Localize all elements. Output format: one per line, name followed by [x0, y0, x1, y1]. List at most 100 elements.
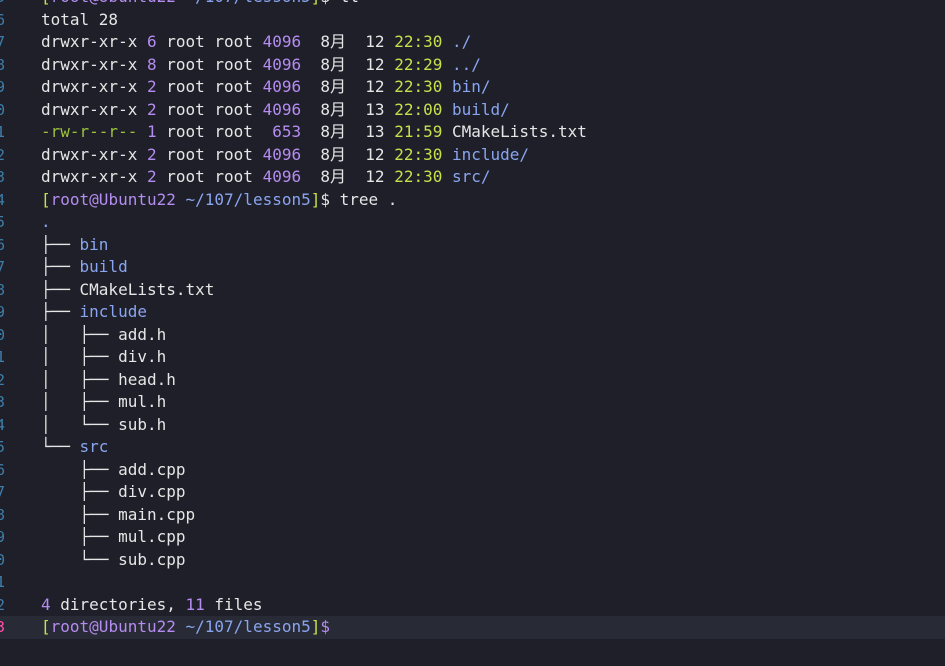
terminal-line: 5 └── src — [0, 436, 945, 459]
text-segment: src — [79, 437, 109, 456]
line-content: ├── build — [41, 256, 128, 279]
line-content: └── src — [41, 436, 108, 459]
terminal-line: 5 [root@Ubuntu22 ~/107/lesson5]$ ll — [0, 0, 945, 9]
line-number: 3 — [0, 618, 6, 636]
text-segment: CMakeLists.txt — [442, 122, 587, 141]
terminal-line: 8 drwxr-xr-x 8 root root 4096 8月 12 22:29… — [0, 54, 945, 77]
text-segment: $ — [320, 617, 331, 636]
terminal-output: 5[root@Ubuntu22 ~/107/lesson5]$ ll6total… — [0, 0, 945, 639]
terminal-line: 1 — [0, 571, 945, 594]
text-segment: 1 — [146, 122, 157, 141]
terminal-line: 5. — [0, 211, 945, 234]
line-number: 2 — [0, 370, 6, 389]
line-number: 0 — [0, 550, 6, 569]
text-segment: root root — [156, 54, 263, 74]
line-number: 6 — [0, 460, 6, 479]
terminal-line: 8 ├── CMakeLists.txt — [0, 279, 945, 302]
text-segment: │ ├── mul.h — [41, 392, 167, 411]
text-segment: 11 — [185, 594, 205, 614]
terminal-line: 3 │ ├── mul.h — [0, 391, 945, 414]
text-segment: ~/107/lesson5 — [176, 0, 311, 6]
text-segment: 4096 — [262, 99, 302, 119]
text-segment: ] — [310, 189, 321, 209]
text-segment: 4 — [41, 594, 51, 614]
terminal-line: 7 drwxr-xr-x 6 root root 4096 8月 12 22:30… — [0, 31, 945, 54]
line-number: 0 — [0, 325, 6, 344]
text-segment: drwxr-xr-x — [41, 99, 147, 119]
line-content: │ ├── mul.h — [41, 391, 166, 414]
text-segment: ../ — [452, 54, 481, 74]
current-prompt-line[interactable]: 3 [root@Ubuntu22 ~/107/lesson5]$ — [0, 616, 945, 639]
line-number: 8 — [0, 55, 6, 74]
line-content: [root@Ubuntu22 ~/107/lesson5]$ tree . — [41, 189, 397, 212]
line-content: │ ├── head.h — [41, 369, 176, 392]
text-segment: 4096 — [262, 144, 302, 164]
line-number: 1 — [0, 573, 6, 591]
text-segment: ] — [311, 0, 321, 6]
text-segment: 4096 — [262, 54, 302, 74]
terminal-window[interactable]: 5[root@Ubuntu22 ~/107/lesson5]$ ll6total… — [0, 0, 945, 666]
text-segment: 6 — [146, 32, 157, 51]
terminal-line: 1 │ ├── div.h — [0, 346, 945, 369]
line-number: 2 — [0, 145, 6, 164]
text-segment: 4096 — [262, 32, 302, 51]
text-segment: 22:30 — [394, 32, 443, 51]
text-segment — [442, 32, 452, 51]
line-content: │ ├── div.h — [41, 346, 166, 369]
text-segment: root root — [156, 32, 263, 51]
line-number: 8 — [0, 505, 6, 524]
text-segment: $ ll — [320, 0, 359, 6]
line-number: 9 — [0, 78, 6, 96]
line-content: [root@Ubuntu22 ~/107/lesson5]$ — [41, 616, 330, 639]
text-segment: drwxr-xr-x — [41, 32, 147, 51]
terminal-line: 4 [root@Ubuntu22 ~/107/lesson5]$ tree . — [0, 189, 945, 212]
terminal-line: 7 ├── build — [0, 256, 945, 279]
text-segment: root root — [156, 99, 263, 119]
text-segment: ├── CMakeLists.txt — [41, 279, 215, 299]
text-segment — [442, 145, 452, 164]
terminal-line: 0 drwxr-xr-x 2 root root 4096 8月 13 22:00… — [0, 99, 945, 122]
line-content: [root@Ubuntu22 ~/107/lesson5]$ ll — [41, 0, 359, 9]
text-segment: directories, — [50, 594, 186, 614]
text-segment: 653 — [272, 122, 302, 141]
line-number: 6 — [0, 10, 6, 29]
line-number: 1 — [0, 348, 6, 366]
line-number: 7 — [0, 258, 6, 276]
line-content: drwxr-xr-x 2 root root 4096 8月 12 22:30 … — [41, 76, 491, 99]
line-content: drwxr-xr-x 6 root root 4096 8月 12 22:30 … — [41, 31, 471, 54]
text-segment: ├── mul.cpp — [41, 527, 186, 546]
line-number: 9 — [0, 303, 6, 321]
text-segment: root root — [156, 144, 263, 164]
terminal-line: 3 drwxr-xr-x 2 root root 4096 8月 12 22:30… — [0, 166, 945, 189]
line-content: drwxr-xr-x 8 root root 4096 8月 12 22:29 … — [41, 54, 481, 77]
text-segment: 8月 12 — [301, 77, 395, 96]
text-segment: ├── add.cpp — [41, 459, 186, 479]
terminal-line: 2 4 directories, 11 files — [0, 594, 945, 617]
line-number: 7 — [0, 483, 6, 501]
line-number: 2 — [0, 595, 6, 614]
text-segment: │ ├── div.h — [41, 347, 167, 366]
text-segment: ] — [310, 617, 321, 636]
text-segment: . — [41, 212, 51, 231]
terminal-line: 1 -rw-r--r-- 1 root root 653 8月 13 21:59 … — [0, 121, 945, 144]
text-segment: [ — [41, 189, 51, 209]
text-segment: └── sub.cpp — [41, 549, 186, 569]
text-segment: 22:00 — [394, 99, 443, 119]
text-segment — [442, 55, 452, 74]
terminal-line: 4 │ └── sub.h — [0, 414, 945, 437]
line-number: 3 — [0, 168, 6, 186]
text-segment: 22:30 — [394, 167, 443, 186]
text-segment: 8 — [146, 54, 157, 74]
terminal-line: 6 total 28 — [0, 9, 945, 32]
text-segment: 2 — [146, 99, 157, 119]
terminal-line: 9 ├── mul.cpp — [0, 526, 945, 549]
text-segment: ├── div.cpp — [41, 482, 186, 501]
line-content: 4 directories, 11 files — [41, 594, 263, 617]
text-segment: files — [204, 594, 263, 614]
line-number: 5 — [0, 213, 6, 231]
text-segment: root root — [156, 167, 263, 186]
text-segment: 8月 12 — [301, 167, 395, 186]
text-segment: build — [79, 257, 128, 276]
line-content: drwxr-xr-x 2 root root 4096 8月 12 22:30 … — [41, 144, 529, 167]
text-segment — [442, 77, 452, 96]
